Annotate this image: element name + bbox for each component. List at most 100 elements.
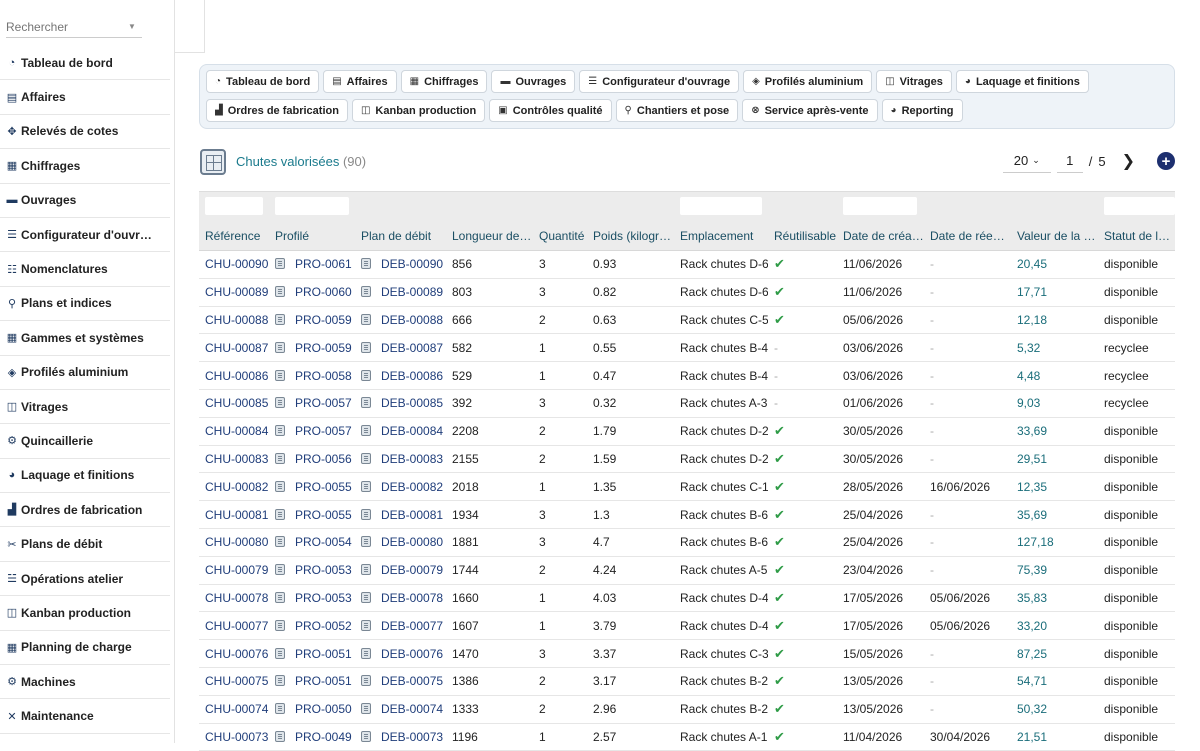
profile-cell[interactable]: PRO-0055 <box>269 480 355 494</box>
sidebar-item[interactable]: ▤ Affaires <box>0 80 170 115</box>
column-header[interactable]: Valeur de la … <box>1011 229 1098 243</box>
filter-location[interactable] <box>680 197 762 215</box>
profile-link[interactable]: PRO-0052 <box>295 619 352 633</box>
table-row[interactable]: CHU-00088 PRO-0059 DEB-00088 666 2 0.63 … <box>199 307 1175 335</box>
profile-cell[interactable]: PRO-0060 <box>269 285 355 299</box>
plan-cell[interactable]: DEB-00073 <box>355 730 446 744</box>
quick-link-button[interactable]: ◔ Tableau de bord <box>206 70 320 93</box>
quick-link-button[interactable]: ▤ Affaires <box>323 70 397 93</box>
profile-cell[interactable]: PRO-0051 <box>269 674 355 688</box>
profile-cell[interactable]: PRO-0055 <box>269 508 355 522</box>
plan-cell[interactable]: DEB-00081 <box>355 508 446 522</box>
plan-cell[interactable]: DEB-00084 <box>355 424 446 438</box>
column-header[interactable]: Date de rée… <box>924 229 1011 243</box>
plan-link[interactable]: DEB-00083 <box>381 452 443 466</box>
sidebar-item[interactable]: ▬ Ouvrages <box>0 184 170 218</box>
profile-cell[interactable]: PRO-0053 <box>269 563 355 577</box>
quick-link-button[interactable]: ▟ Ordres de fabrication <box>206 99 348 122</box>
profile-link[interactable]: PRO-0056 <box>295 452 352 466</box>
plan-link[interactable]: DEB-00082 <box>381 480 443 494</box>
quick-link-button[interactable]: ◫ Vitrages <box>876 70 952 93</box>
sidebar-item[interactable]: ✥ Relevés de cotes <box>0 115 170 150</box>
sidebar-item[interactable]: ◫ Kanban production <box>0 596 170 631</box>
table-row[interactable]: CHU-00073 PRO-0049 DEB-00073 1196 1 2.57… <box>199 724 1175 751</box>
plan-cell[interactable]: DEB-00074 <box>355 702 446 716</box>
sidebar-item[interactable]: ⚲ Plans et indices <box>0 287 170 322</box>
column-header[interactable]: Réutilisable <box>768 229 837 243</box>
plan-link[interactable]: DEB-00080 <box>381 535 443 549</box>
profile-link[interactable]: PRO-0057 <box>295 396 352 410</box>
table-row[interactable]: CHU-00083 PRO-0056 DEB-00083 2155 2 1.59… <box>199 446 1175 474</box>
filter-profile[interactable] <box>275 197 349 215</box>
table-row[interactable]: CHU-00086 PRO-0058 DEB-00086 529 1 0.47 … <box>199 362 1175 390</box>
reference-link[interactable]: CHU-00074 <box>199 702 269 716</box>
plan-cell[interactable]: DEB-00088 <box>355 313 446 327</box>
column-header[interactable]: Référence <box>199 229 269 243</box>
reference-link[interactable]: CHU-00089 <box>199 285 269 299</box>
sidebar-item[interactable]: ▟ Ordres de fabrication <box>0 493 170 528</box>
profile-link[interactable]: PRO-0059 <box>295 313 352 327</box>
reference-link[interactable]: CHU-00077 <box>199 619 269 633</box>
sidebar-item[interactable]: ☱ Opérations atelier <box>0 562 170 597</box>
plan-cell[interactable]: DEB-00078 <box>355 591 446 605</box>
reference-link[interactable]: CHU-00073 <box>199 730 269 744</box>
table-row[interactable]: CHU-00075 PRO-0051 DEB-00075 1386 2 3.17… <box>199 668 1175 696</box>
plan-link[interactable]: DEB-00089 <box>381 285 443 299</box>
plan-cell[interactable]: DEB-00076 <box>355 647 446 661</box>
reference-link[interactable]: CHU-00075 <box>199 674 269 688</box>
quick-link-button[interactable]: ◈ Profilés aluminium <box>743 70 873 93</box>
plan-cell[interactable]: DEB-00080 <box>355 535 446 549</box>
table-row[interactable]: CHU-00077 PRO-0052 DEB-00077 1607 1 3.79… <box>199 612 1175 641</box>
plan-cell[interactable]: DEB-00085 <box>355 396 446 410</box>
table-row[interactable]: CHU-00074 PRO-0050 DEB-00074 1333 2 2.96… <box>199 696 1175 724</box>
quick-link-button[interactable]: ◕ Laquage et finitions <box>955 70 1089 93</box>
reference-link[interactable]: CHU-00086 <box>199 369 269 383</box>
table-row[interactable]: CHU-00089 PRO-0060 DEB-00089 803 3 0.82 … <box>199 279 1175 307</box>
plan-link[interactable]: DEB-00079 <box>381 563 443 577</box>
profile-cell[interactable]: PRO-0050 <box>269 702 355 716</box>
sidebar-item[interactable]: ◔ Tableau de bord <box>0 46 170 81</box>
profile-cell[interactable]: PRO-0061 <box>269 257 355 271</box>
profile-link[interactable]: PRO-0059 <box>295 341 352 355</box>
profile-cell[interactable]: PRO-0057 <box>269 424 355 438</box>
quick-link-button[interactable]: ⚲ Chantiers et pose <box>615 99 739 122</box>
profile-cell[interactable]: PRO-0059 <box>269 313 355 327</box>
sidebar-item[interactable]: ◈ Profilés aluminium <box>0 356 170 390</box>
profile-cell[interactable]: PRO-0058 <box>269 369 355 383</box>
profile-cell[interactable]: PRO-0049 <box>269 730 355 744</box>
reference-link[interactable]: CHU-00090 <box>199 257 269 271</box>
plan-link[interactable]: DEB-00085 <box>381 396 443 410</box>
table-row[interactable]: CHU-00080 PRO-0054 DEB-00080 1881 3 4.7 … <box>199 529 1175 557</box>
column-header[interactable]: Poids (kilogr… <box>587 229 674 243</box>
plan-link[interactable]: DEB-00084 <box>381 424 443 438</box>
quick-link-button[interactable]: ◕ Reporting <box>881 99 963 122</box>
plan-cell[interactable]: DEB-00075 <box>355 674 446 688</box>
column-header[interactable]: Plan de débit <box>355 229 446 243</box>
profile-link[interactable]: PRO-0061 <box>295 257 352 271</box>
quick-link-button[interactable]: ⊗ Service après-vente <box>742 99 878 122</box>
plan-link[interactable]: DEB-00086 <box>381 369 443 383</box>
profile-link[interactable]: PRO-0057 <box>295 424 352 438</box>
profile-cell[interactable]: PRO-0056 <box>269 452 355 466</box>
column-header[interactable]: Profilé <box>269 229 355 243</box>
plan-cell[interactable]: DEB-00086 <box>355 369 446 383</box>
plan-cell[interactable]: DEB-00079 <box>355 563 446 577</box>
profile-cell[interactable]: PRO-0054 <box>269 535 355 549</box>
profile-link[interactable]: PRO-0051 <box>295 674 352 688</box>
search-box[interactable]: ▼ <box>6 16 142 38</box>
plan-link[interactable]: DEB-00076 <box>381 647 443 661</box>
quick-link-button[interactable]: ▣ Contrôles qualité <box>489 99 612 122</box>
reference-link[interactable]: CHU-00085 <box>199 396 269 410</box>
sidebar-item[interactable]: ▦ Gammes et systèmes <box>0 321 170 356</box>
table-row[interactable]: CHU-00087 PRO-0059 DEB-00087 582 1 0.55 … <box>199 334 1175 363</box>
plan-link[interactable]: DEB-00073 <box>381 730 443 744</box>
plan-link[interactable]: DEB-00081 <box>381 508 443 522</box>
table-row[interactable]: CHU-00082 PRO-0055 DEB-00082 2018 1 1.35… <box>199 473 1175 502</box>
quick-link-button[interactable]: ☰ Configurateur d'ouvrage <box>579 70 740 93</box>
profile-link[interactable]: PRO-0049 <box>295 730 352 744</box>
plan-link[interactable]: DEB-00077 <box>381 619 443 633</box>
profile-cell[interactable]: PRO-0051 <box>269 647 355 661</box>
table-row[interactable]: CHU-00085 PRO-0057 DEB-00085 392 3 0.32 … <box>199 390 1175 418</box>
sidebar-item[interactable]: ☷ Nomenclatures <box>0 252 170 287</box>
sidebar-item[interactable]: ▦ Chiffrages <box>0 149 170 184</box>
